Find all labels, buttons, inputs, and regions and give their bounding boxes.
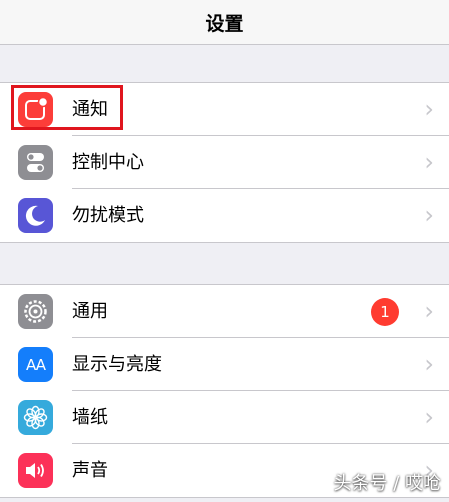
settings-row-display-brightness[interactable]: AA 显示与亮度 › <box>0 338 449 391</box>
chevron-right-icon: › <box>424 148 434 176</box>
settings-row-label: 显示与亮度 <box>72 354 162 375</box>
settings-row-label: 墙纸 <box>72 407 108 428</box>
settings-row-control-center[interactable]: 控制中心 › <box>0 136 449 189</box>
settings-group-2: 通用 1 › AA 显示与亮度 › 墙纸 › 声音 › <box>0 284 449 498</box>
watermark: 头条号 / 哎呛 <box>333 473 441 494</box>
flower-icon <box>18 400 53 435</box>
control-center-icon <box>18 145 53 180</box>
page-title: 设置 <box>205 12 244 35</box>
settings-row-label: 声音 <box>72 460 108 481</box>
settings-row-do-not-disturb[interactable]: 勿扰模式 › <box>0 189 449 242</box>
settings-row-label: 勿扰模式 <box>72 205 144 226</box>
settings-row-label: 控制中心 <box>72 152 144 173</box>
moon-icon <box>18 198 53 233</box>
chevron-right-icon: › <box>424 95 434 123</box>
display-icon: AA <box>18 347 53 382</box>
speaker-icon <box>18 453 53 488</box>
gear-icon <box>18 294 53 329</box>
notification-badge: 1 <box>371 298 399 326</box>
settings-row-label: 通用 <box>72 301 108 322</box>
settings-row-wallpaper[interactable]: 墙纸 › <box>0 391 449 444</box>
settings-row-general[interactable]: 通用 1 › <box>0 285 449 338</box>
chevron-right-icon: › <box>424 201 434 229</box>
highlight-box <box>11 85 123 130</box>
chevron-right-icon: › <box>424 350 434 378</box>
display-icon-text: AA <box>26 355 46 374</box>
chevron-right-icon: › <box>424 297 434 325</box>
chevron-right-icon: › <box>424 403 434 431</box>
navigation-bar: 设置 <box>0 0 449 45</box>
